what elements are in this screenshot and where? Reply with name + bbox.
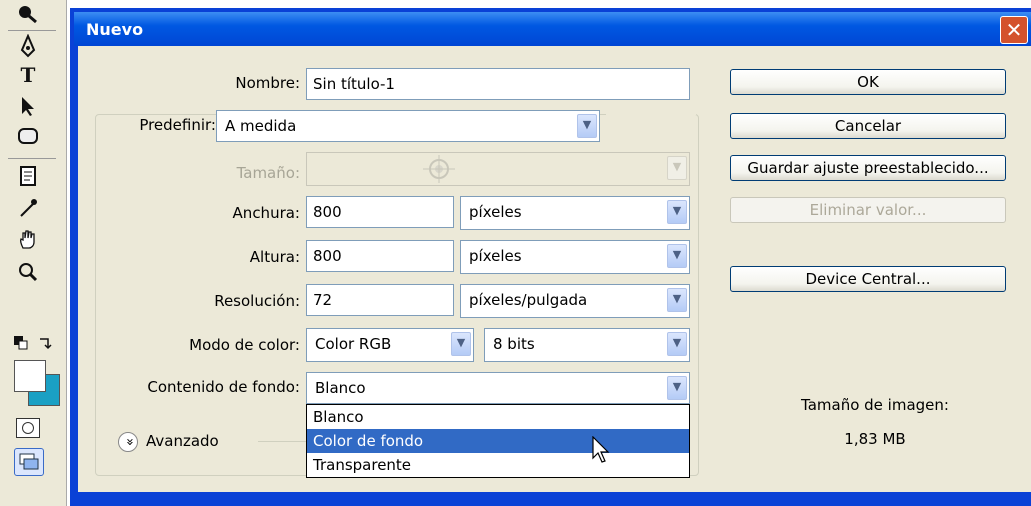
save-preset-button[interactable]: Guardar ajuste preestablecido... (730, 155, 1006, 181)
path-selection-icon[interactable] (14, 94, 42, 120)
predefinir-select[interactable]: A medida ▼ (216, 110, 600, 142)
tamano-select: ▼ (306, 152, 690, 186)
resolucion-unit-select[interactable]: píxeles/pulgada ▼ (460, 284, 690, 318)
chevron-down-icon[interactable]: ▼ (667, 244, 687, 268)
chevron-down-icon[interactable]: ▼ (667, 200, 687, 224)
crosshair-icon (419, 154, 459, 185)
cancel-button[interactable]: Cancelar (730, 113, 1006, 139)
dropdown-option-blanco[interactable]: Blanco (307, 405, 689, 429)
nombre-input[interactable]: Sin título-1 (306, 68, 690, 100)
nombre-label: Nombre: (235, 74, 300, 92)
predefinir-label: Predefinir: (110, 116, 216, 134)
screen-mode-icon[interactable] (14, 448, 44, 476)
chevron-down-icon[interactable]: ▼ (451, 332, 471, 356)
hand-icon[interactable] (14, 228, 42, 254)
bits-value: 8 bits (493, 335, 535, 353)
dialog-title: Nuevo (86, 20, 144, 39)
toolbox: T (0, 0, 67, 506)
altura-unit-select[interactable]: píxeles ▼ (460, 240, 690, 274)
resolucion-input[interactable]: 72 (306, 284, 454, 316)
chevron-down-icon[interactable]: ▼ (667, 332, 687, 356)
avanzado-label[interactable]: Avanzado (146, 432, 219, 450)
modo-color-select[interactable]: Color RGB ▼ (306, 328, 474, 362)
image-size-value: 1,83 MB (844, 430, 906, 448)
resolucion-label: Resolución: (214, 292, 300, 310)
anchura-unit-value: píxeles (469, 203, 522, 221)
chevron-down-icon: ▼ (667, 156, 687, 180)
bits-select[interactable]: 8 bits ▼ (484, 328, 690, 362)
chevron-down-icon[interactable]: ▼ (667, 288, 687, 312)
anchura-input[interactable]: 800 (306, 196, 454, 228)
contenido-fondo-label: Contenido de fondo: (147, 378, 300, 396)
predefinir-value: A medida (225, 117, 297, 135)
avanzado-divider (258, 441, 306, 442)
zoom-icon[interactable] (14, 260, 42, 286)
swap-colors-icon[interactable] (38, 336, 52, 354)
ok-button[interactable]: OK (730, 69, 1006, 95)
altura-input[interactable]: 800 (306, 240, 454, 272)
modo-color-label: Modo de color: (189, 336, 300, 354)
device-central-button[interactable]: Device Central... (730, 266, 1006, 292)
tamano-label: Tamaño: (236, 164, 300, 182)
title-bar (74, 12, 1031, 46)
avanzado-toggle-icon[interactable]: » (118, 432, 138, 452)
chevron-down-icon[interactable]: ▼ (667, 376, 687, 400)
anchura-label: Anchura: (232, 204, 300, 222)
image-size-label: Tamaño de imagen: (801, 396, 949, 414)
contenido-fondo-dropdown: Blanco Color de fondo Transparente (306, 404, 690, 478)
altura-label: Altura: (249, 248, 300, 266)
dropdown-option-transparente[interactable]: Transparente (307, 453, 689, 477)
contenido-fondo-select[interactable]: Blanco ▼ (306, 372, 690, 404)
notes-icon[interactable] (14, 164, 42, 190)
default-colors-icon[interactable] (14, 336, 28, 354)
resolucion-unit-value: píxeles/pulgada (469, 291, 588, 309)
type-icon[interactable]: T (14, 62, 42, 88)
shape-icon[interactable] (14, 124, 42, 150)
chevron-down-icon[interactable]: ▼ (577, 114, 597, 138)
pen-icon[interactable] (14, 33, 42, 60)
delete-preset-button: Eliminar valor... (730, 197, 1006, 223)
close-button[interactable]: ✕ (1000, 16, 1028, 44)
magic-wand-icon[interactable] (14, 2, 42, 28)
mouse-cursor-icon (592, 435, 612, 470)
anchura-unit-select[interactable]: píxeles ▼ (460, 196, 690, 230)
dropdown-option-color-de-fondo[interactable]: Color de fondo (307, 429, 689, 453)
contenido-fondo-value: Blanco (315, 379, 366, 397)
quick-mask-icon[interactable] (16, 418, 40, 438)
foreground-color-swatch[interactable] (14, 360, 46, 392)
modo-color-value: Color RGB (315, 335, 392, 353)
altura-unit-value: píxeles (469, 247, 522, 265)
eyedropper-icon[interactable] (14, 196, 42, 222)
